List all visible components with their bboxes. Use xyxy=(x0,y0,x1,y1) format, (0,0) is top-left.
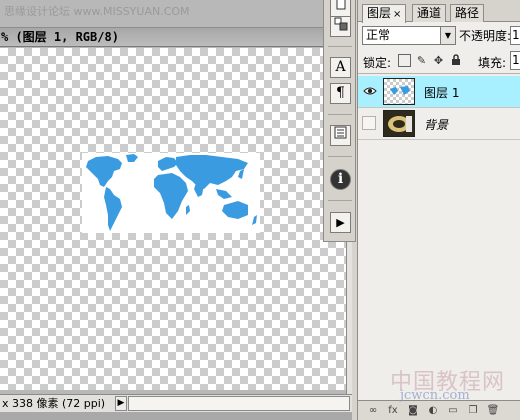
chevron-down-icon[interactable]: ▼ xyxy=(440,27,455,44)
adjustment-icon[interactable]: ◐ xyxy=(426,405,440,417)
panel-tab-bar: 图层 × 通道 路径 xyxy=(358,0,520,23)
mask-icon[interactable]: ◙ xyxy=(406,405,420,417)
document-window: 思缘设计论坛 www.MISSYUAN.COM % (图层 1, RGB/8) xyxy=(0,0,352,420)
site-watermark: 思缘设计论坛 www.MISSYUAN.COM xyxy=(4,5,190,18)
layer-name: 背景 xyxy=(424,118,449,132)
status-bar: x 338 像素 (72 ppi) ▶ xyxy=(0,394,352,412)
swatch-icon[interactable] xyxy=(330,16,351,37)
layer-name: 图层 1 xyxy=(424,86,460,100)
close-icon[interactable]: × xyxy=(393,9,401,20)
palette-dock: A ¶ i ▶ xyxy=(323,0,356,242)
tab-channels[interactable]: 通道 xyxy=(412,4,447,22)
trash-icon[interactable]: 🗑 xyxy=(486,405,500,417)
lock-label: 锁定: xyxy=(363,56,392,70)
world-map-layer xyxy=(82,153,260,233)
character-icon[interactable]: A xyxy=(330,57,351,78)
tab-paths-label: 路径 xyxy=(455,6,480,20)
lock-all-icon[interactable] xyxy=(449,54,462,67)
document-icon[interactable] xyxy=(330,0,351,17)
dock-divider xyxy=(328,46,352,47)
lock-transparency-icon[interactable] xyxy=(398,54,411,67)
folder-icon[interactable]: ▭ xyxy=(446,405,460,417)
layer-thumbnail xyxy=(383,78,415,105)
lock-move-icon[interactable]: ✥ xyxy=(432,54,445,67)
layers-panel: 图层× 通道 路径 正常 ▼ 不透明度: 10 锁定: ✎ ✥ 填充: 10 xyxy=(357,0,520,420)
layer-thumbnail xyxy=(383,110,415,137)
visibility-toggle[interactable] xyxy=(362,116,376,130)
lock-brush-icon[interactable]: ✎ xyxy=(415,54,428,67)
bottom-strip xyxy=(0,412,352,420)
layer-style-icon[interactable]: fx xyxy=(386,405,400,417)
link-icon[interactable]: ∞ xyxy=(366,405,380,417)
status-menu-arrow-icon[interactable]: ▶ xyxy=(115,396,127,411)
opacity-input[interactable]: 10 xyxy=(510,26,520,45)
new-layer-icon[interactable]: ❐ xyxy=(466,405,480,417)
document-size-status: x 338 像素 (72 ppi) xyxy=(2,397,106,410)
info-icon[interactable]: i xyxy=(330,169,351,190)
document-canvas[interactable] xyxy=(0,48,346,390)
panel-footer: ∞ fx ◙ ◐ ▭ ❐ 🗑 xyxy=(358,400,520,420)
document-title-bar[interactable]: % (图层 1, RGB/8) xyxy=(0,27,346,47)
photoshop-window: 思缘设计论坛 www.MISSYUAN.COM % (图层 1, RGB/8) xyxy=(0,0,520,420)
world-map-icon xyxy=(86,154,257,231)
horizontal-scrollbar[interactable] xyxy=(128,396,350,411)
tab-layers-label: 图层 xyxy=(367,6,392,20)
tab-paths[interactable]: 路径 xyxy=(450,4,485,22)
dock-divider xyxy=(328,114,352,115)
site-watermark-url: jcwcn.com xyxy=(400,388,470,403)
blend-mode-value: 正常 xyxy=(366,28,391,42)
dock-divider xyxy=(328,156,352,157)
tab-layers[interactable]: 图层 × xyxy=(362,4,407,23)
blend-mode-select[interactable]: 正常 ▼ xyxy=(362,26,456,45)
eye-icon[interactable] xyxy=(362,84,377,98)
dock-divider xyxy=(328,200,352,201)
actions-icon[interactable]: ▶ xyxy=(330,212,351,233)
layer-row-layer-1[interactable]: 图层 1 xyxy=(358,76,520,108)
fill-label: 填充: xyxy=(478,56,507,70)
opacity-label: 不透明度: xyxy=(459,29,512,43)
layer-row-background[interactable]: 背景 xyxy=(358,108,520,140)
paragraph-icon[interactable]: ¶ xyxy=(330,83,351,104)
lock-row: 锁定: ✎ ✥ 填充: 10 xyxy=(358,50,520,74)
tab-channels-label: 通道 xyxy=(417,6,442,20)
layer-comps-icon[interactable] xyxy=(330,125,351,146)
fill-input[interactable]: 10 xyxy=(510,51,520,70)
